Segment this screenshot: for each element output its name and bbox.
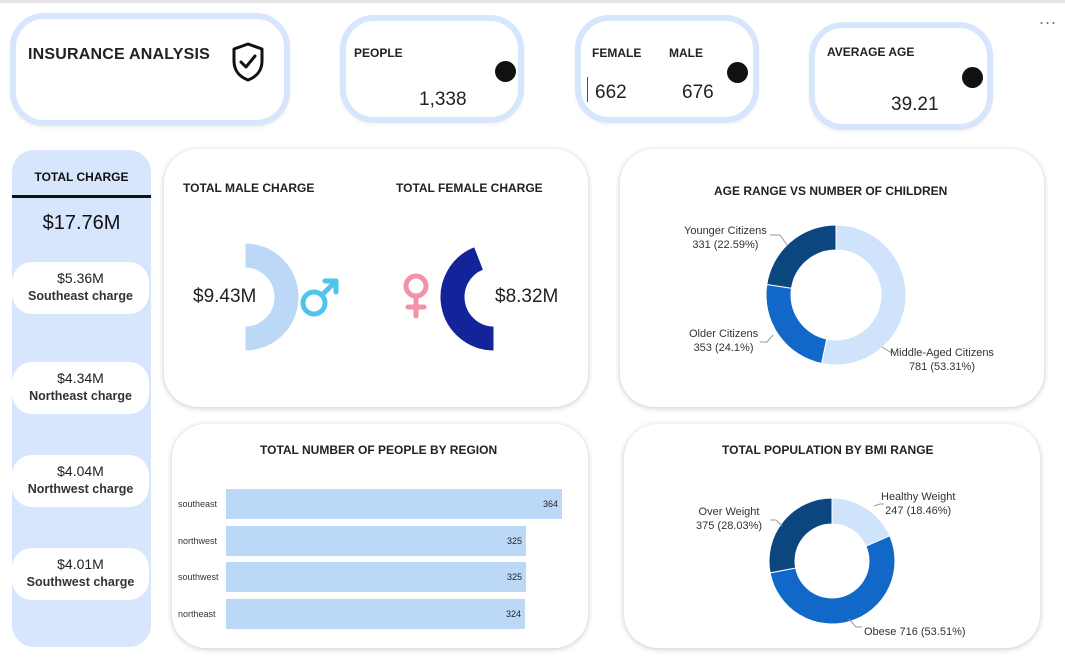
bar-category-label: northeast [178,608,216,619]
donut-slice-over-weight[interactable] [768,497,833,574]
region-charge-northeast: $4.34M Northeast charge [12,362,149,414]
dashboard-title: INSURANCE ANALYSIS [28,46,210,63]
region-charge-label: Southeast charge [28,289,133,303]
female-label: FEMALE [592,46,642,60]
donut-label-healthy-weight: Healthy Weight 247 (18.46%) [881,490,955,518]
region-charge-value: $4.01M [57,556,104,572]
male-charge-gauge[interactable] [244,242,300,352]
gender-gauge-chart [244,242,495,352]
gender-card: FEMALE MALE 662 676 [575,15,759,123]
region-charge-label: Southwest charge [26,575,135,589]
donut-label-younger: Younger Citizens 331 (22.59%) [684,224,767,252]
people-label: PEOPLE [354,46,403,60]
donut-label-value: 331 (22.59%) [692,239,759,251]
people-dot-icon [495,61,516,82]
bar-southwest[interactable]: 325 [226,562,526,592]
people-value: 1,338 [419,89,467,110]
donut-label-text: Obese 716 (53.51%) [864,626,966,638]
bar-category-label: southeast [178,499,218,509]
donut-label-middle-aged: Middle-Aged Citizens 781 (53.31%) [890,346,994,374]
total-charge-rule [12,195,151,198]
donut-label-text: Middle-Aged Citizens [890,347,994,359]
donut-label-text: Healthy Weight [881,491,956,503]
donut-slice-younger-citizens[interactable] [766,224,837,289]
donut-label-text: Older Citizens [689,328,759,340]
male-symbol-icon [300,278,339,317]
donut-label-text: Younger Citizens [684,225,767,237]
donut-leader-line [770,234,788,246]
average-age-dot-icon [962,67,983,88]
title-card: INSURANCE ANALYSIS [10,13,290,126]
region-charge-value: $4.04M [57,463,104,479]
bar-category-label: northwest [178,535,218,546]
donut-leader-line [760,334,774,343]
region-charge-southwest: $4.01M Southwest charge [12,548,149,600]
bmi-range-donut [768,497,896,628]
region-bar-chart: southeast 364 northwest 325 southwest 325 nort… [172,424,588,648]
total-charge-value: $17.76M [42,212,121,234]
age-range-card: AGE RANGE VS NUMBER OF CHILDREN Younger … [620,149,1044,407]
female-value: 662 [595,82,627,103]
bar-value-label: 325 [506,572,522,582]
region-charge-label: Northeast charge [29,389,132,403]
female-charge-gauge[interactable] [439,246,495,352]
bar-northwest[interactable]: 325 [226,525,526,556]
donut-label-value: 781 (53.31%) [908,361,975,373]
average-age-value: 39.21 [891,94,939,115]
people-card: PEOPLE 1,338 [340,15,524,123]
male-value: 676 [682,82,714,103]
total-charge-sidebar: TOTAL CHARGE $17.76M $5.36M Southeast ch… [12,150,151,647]
shield-check-icon [232,42,264,82]
bmi-range-card: TOTAL POPULATION BY BMI RANGE Over Weigh… [624,424,1040,648]
female-symbol-icon [403,273,429,319]
bar-value-label: 324 [506,608,522,619]
donut-label-value: 247 (18.46%) [885,505,952,517]
more-options-icon[interactable]: ... [1039,8,1057,29]
gender-charge-card: TOTAL MALE CHARGE TOTAL FEMALE CHARGE $9… [164,149,588,407]
donut-label-over-weight: Over Weight 375 (28.03%) [696,505,762,533]
donut-slice-older-citizens[interactable] [765,283,828,365]
donut-label-obese: Obese 716 (53.51%) [864,625,966,639]
region-charge-label: Northwest charge [27,482,134,496]
donut-label-value: 353 (24.1%) [693,342,754,354]
donut-label-value: 375 (28.03%) [696,520,763,532]
average-age-card: AVERAGE AGE 39.21 [809,22,993,130]
bar-southeast[interactable]: 364 [226,489,562,519]
region-charge-value: $4.34M [57,370,104,386]
bar-value-label: 364 [542,499,558,509]
total-charge-header: TOTAL CHARGE [34,170,129,184]
region-charge-northwest: $4.04M Northwest charge [12,455,149,507]
bar-value-label: 325 [506,535,522,546]
donut-label-older: Older Citizens 353 (24.1%) [689,327,758,355]
average-age-label: AVERAGE AGE [827,45,915,59]
region-people-card: TOTAL NUMBER OF PEOPLE BY REGION southea… [172,424,588,648]
bar-northeast[interactable]: 324 [226,598,526,629]
bar-category-label: southwest [178,572,219,582]
top-border [0,0,1065,3]
region-charge-southeast: $5.36M Southeast charge [12,262,149,314]
region-charge-value: $5.36M [57,270,104,286]
gender-dot-icon [727,62,748,83]
female-divider [587,77,588,102]
male-label: MALE [669,46,703,60]
donut-label-text: Over Weight [698,506,760,518]
